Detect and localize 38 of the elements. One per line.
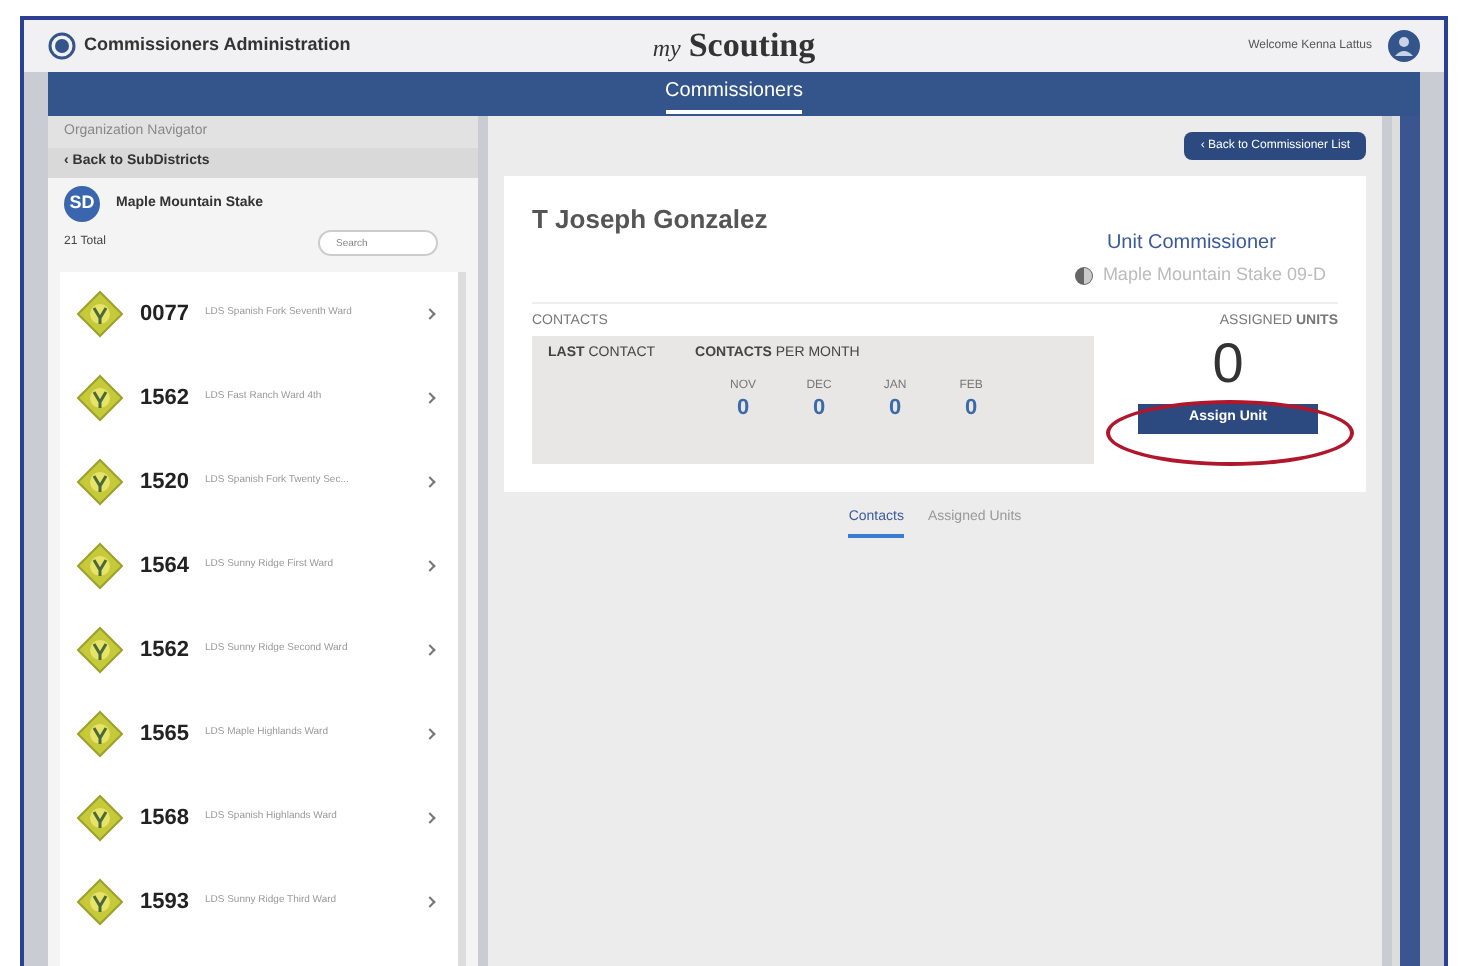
chevron-icon (424, 728, 436, 740)
month-count: 0 (736, 395, 750, 419)
unit-number: 1562 (140, 383, 189, 414)
org-badge: SD (64, 186, 100, 222)
unit-emblem-icon (76, 542, 124, 590)
chevron-icon (424, 476, 436, 488)
org-text: Maple Mountain Stake 09-D (1102, 262, 1326, 288)
unit-emblem-icon (76, 878, 124, 926)
chevron-icon (424, 560, 436, 572)
unit-emblem-icon (76, 710, 124, 758)
chevron-icon (424, 308, 436, 320)
chevron-icon (424, 644, 436, 656)
assigned-units-count: 0 (1212, 332, 1244, 396)
unit-number: 0077 (140, 299, 189, 330)
unit-number: 1562 (140, 635, 189, 666)
logo-text: my Scouting (650, 24, 818, 68)
commissioner-name: T Joseph Gonzalez (532, 202, 768, 238)
unit-number: 1564 (140, 551, 189, 582)
month-count: 0 (964, 395, 978, 419)
user-avatar-icon[interactable] (1388, 30, 1420, 62)
org-icon (1074, 265, 1095, 286)
month-count: 0 (812, 395, 826, 419)
chevron-icon (424, 812, 436, 824)
logo-icon (48, 32, 76, 60)
unit-number: 1520 (140, 467, 189, 498)
unit-emblem-icon (76, 458, 124, 506)
unit-emblem-icon (76, 794, 124, 842)
role-text: Unit Commissioner (1104, 230, 1278, 258)
chevron-icon (424, 392, 436, 404)
unit-number: 1568 (140, 803, 189, 834)
unit-number: 1593 (140, 887, 189, 918)
unit-emblem-icon (76, 374, 124, 422)
unit-number: 1565 (140, 719, 189, 750)
chevron-icon (424, 896, 436, 908)
unit-emblem-icon (76, 626, 124, 674)
unit-emblem-icon (76, 290, 124, 338)
app-title: Commissioners Administration (84, 32, 351, 59)
month-count: 0 (888, 395, 902, 419)
